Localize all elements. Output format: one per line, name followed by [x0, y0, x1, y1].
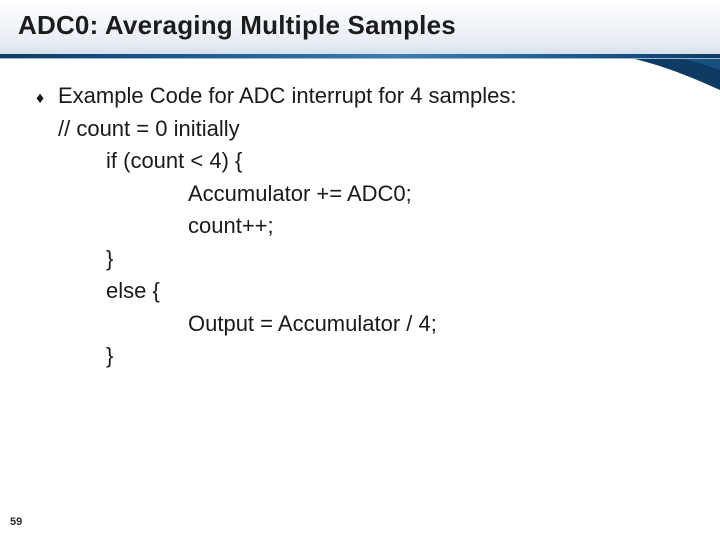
code-line: count++;	[188, 210, 690, 243]
slide-title: ADC0: Averaging Multiple Samples	[18, 10, 702, 41]
code-line: Output = Accumulator / 4;	[188, 308, 690, 341]
slide: ADC0: Averaging Multiple Samples ♦ Examp…	[0, 0, 720, 540]
code-line: if (count < 4) {	[106, 145, 690, 178]
title-bar: ADC0: Averaging Multiple Samples	[0, 0, 720, 58]
bullet-text: Example Code for ADC interrupt for 4 sam…	[58, 83, 517, 108]
page-number: 59	[10, 516, 22, 528]
title-underline	[0, 54, 720, 58]
code-line: else {	[106, 275, 690, 308]
diamond-bullet-icon: ♦	[36, 87, 44, 111]
code-line: // count = 0 initially	[58, 113, 690, 146]
slide-content: ♦ Example Code for ADC interrupt for 4 s…	[0, 58, 720, 373]
code-line: Accumulator += ADC0;	[188, 178, 690, 211]
code-line: }	[106, 243, 690, 276]
code-line: }	[106, 340, 690, 373]
bullet-item: ♦ Example Code for ADC interrupt for 4 s…	[58, 80, 690, 113]
